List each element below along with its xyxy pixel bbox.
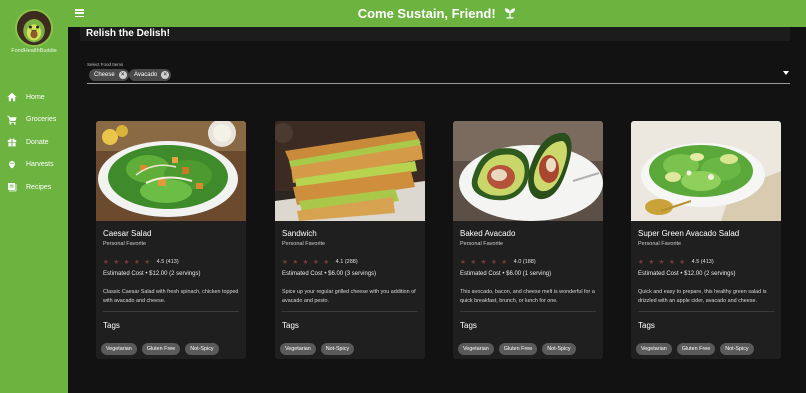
sidebar-item-label: Harvests xyxy=(26,161,54,169)
recipe-card[interactable]: Super Green Avacado Salad Personal Favor… xyxy=(631,121,781,359)
brand-name: FoodHealthBuddie xyxy=(11,48,57,54)
sidebar-item-home[interactable]: Home xyxy=(0,86,68,109)
tag-not-spicy[interactable]: Not-Spicy xyxy=(542,343,576,355)
tag-gluten-free[interactable]: Gluten Free xyxy=(676,343,716,355)
sprout-icon xyxy=(505,8,516,19)
tag-vegetarian[interactable]: Vegetarian xyxy=(458,343,494,355)
chip-cheese[interactable]: Cheese × xyxy=(89,69,129,81)
cart-icon xyxy=(7,115,17,125)
page-title-bar: Relish the Delish! xyxy=(80,27,790,41)
harvest-icon xyxy=(9,160,15,168)
chip-avacado[interactable]: Avacado × xyxy=(129,69,172,81)
sidebar-item-groceries[interactable]: Groceries xyxy=(0,109,68,132)
select-label: Select Food Items xyxy=(87,62,124,67)
tag-not-spicy[interactable]: Not-Spicy xyxy=(185,343,219,355)
card-divider xyxy=(638,311,774,312)
tag-vegetarian[interactable]: Vegetarian xyxy=(280,343,316,355)
tags-title: Tags xyxy=(282,321,299,330)
sidebar-item-harvests[interactable]: Harvests xyxy=(0,154,68,177)
card-title: Caesar Salad xyxy=(103,229,152,238)
home-icon xyxy=(7,93,17,102)
rating: ★★★★★ 4.5 (413) xyxy=(638,258,714,266)
tag-list: Vegetarian Gluten Free Not-Spicy xyxy=(636,343,754,355)
rating-text: 4.1 (288) xyxy=(335,259,358,265)
sandwich-image xyxy=(275,121,425,221)
tags-title: Tags xyxy=(638,321,655,330)
dropdown-arrow-icon[interactable] xyxy=(783,71,789,75)
chip-remove-icon[interactable]: × xyxy=(161,71,170,79)
tag-not-spicy[interactable]: Not-Spicy xyxy=(720,343,754,355)
card-subtitle: Personal Favorite xyxy=(103,241,147,247)
header-title-text: Come Sustain, Friend! xyxy=(357,6,496,21)
card-divider xyxy=(460,311,596,312)
super-green-salad-image xyxy=(631,121,781,221)
card-description: This avocado, bacon, and cheese melt is … xyxy=(460,289,595,304)
rating-text: 4.5 (413) xyxy=(691,259,714,265)
card-divider xyxy=(282,311,418,312)
tag-vegetarian[interactable]: Vegetarian xyxy=(636,343,672,355)
rating: ★★★★★ 4.0 (188) xyxy=(460,258,536,266)
tag-list: Vegetarian Not-Spicy xyxy=(280,343,355,355)
card-subtitle: Personal Favorite xyxy=(460,241,504,247)
rating: ★★★★★ 4.5 (413) xyxy=(103,258,179,266)
star-rating-icons[interactable]: ★★★★★ xyxy=(460,258,512,266)
card-title: Sandwich xyxy=(282,229,317,238)
card-description: Spice up your regular grilled cheese wit… xyxy=(282,289,416,304)
rating-text: 4.5 (413) xyxy=(156,259,179,265)
card-subtitle: Personal Favorite xyxy=(282,241,326,247)
gift-icon xyxy=(7,138,17,147)
card-description: Classic Caesar Salad with fresh spinach,… xyxy=(103,289,239,304)
chip-label: Cheese xyxy=(94,72,115,78)
tag-not-spicy[interactable]: Not-Spicy xyxy=(320,343,355,355)
sidebar: FoodHealthBuddie Home Groceries Donate H… xyxy=(0,0,68,393)
book-icon xyxy=(8,183,17,192)
star-rating-icons[interactable]: ★★★★★ xyxy=(638,258,690,266)
tag-gluten-free[interactable]: Gluten Free xyxy=(141,343,181,355)
chip-label: Avacado xyxy=(134,72,158,78)
caesar-salad-image xyxy=(96,121,246,221)
estimated-cost: Estimated Cost • $12.00 (2 servings) xyxy=(103,271,201,277)
tag-list: Vegetarian Gluten Free Not-Spicy xyxy=(458,343,576,355)
sidebar-nav: Home Groceries Donate Harvests Recipes xyxy=(0,86,68,199)
tags-title: Tags xyxy=(103,321,120,330)
estimated-cost: Estimated Cost • $6.00 (3 servings) xyxy=(282,271,377,277)
sidebar-item-label: Groceries xyxy=(26,116,57,124)
tag-gluten-free[interactable]: Gluten Free xyxy=(498,343,538,355)
rating-text: 4.0 (188) xyxy=(513,259,536,265)
baked-avacado-image xyxy=(453,121,603,221)
tags-title: Tags xyxy=(460,321,477,330)
sidebar-item-donate[interactable]: Donate xyxy=(0,131,68,154)
sidebar-item-recipes[interactable]: Recipes xyxy=(0,176,68,199)
rating: ★★★★★ 4.1 (288) xyxy=(282,258,358,266)
star-rating-icons[interactable]: ★★★★★ xyxy=(103,258,155,266)
chip-remove-icon[interactable]: × xyxy=(118,71,127,79)
page-title: Relish the Delish! xyxy=(86,28,170,39)
sidebar-item-label: Home xyxy=(26,93,45,101)
tag-list: Vegetarian Gluten Free Not-Spicy xyxy=(101,343,219,355)
card-title: Super Green Avacado Salad xyxy=(638,229,740,238)
recipe-card[interactable]: Sandwich Personal Favorite ★★★★★ 4.1 (28… xyxy=(275,121,425,359)
card-divider xyxy=(103,311,239,312)
sidebar-item-label: Recipes xyxy=(26,183,52,191)
tag-vegetarian[interactable]: Vegetarian xyxy=(101,343,137,355)
app-header: Come Sustain, Friend! xyxy=(68,0,806,27)
card-subtitle: Personal Favorite xyxy=(638,241,682,247)
card-description: Quick and easy to prepare, this healthy … xyxy=(638,289,767,304)
estimated-cost: Estimated Cost • $12.00 (2 servings) xyxy=(638,271,736,277)
sidebar-item-label: Donate xyxy=(26,138,49,146)
avocado-logo-icon[interactable] xyxy=(15,9,53,47)
select-underline xyxy=(87,83,790,84)
recipe-card[interactable]: Caesar Salad Personal Favorite ★★★★★ 4.5… xyxy=(96,121,246,359)
recipe-card[interactable]: Baked Avacado Personal Favorite ★★★★★ 4.… xyxy=(453,121,603,359)
card-title: Baked Avacado xyxy=(460,229,516,238)
header-title: Come Sustain, Friend! xyxy=(68,6,806,21)
estimated-cost: Estimated Cost • $6.00 (1 serving) xyxy=(460,271,552,277)
star-rating-icons[interactable]: ★★★★★ xyxy=(282,258,334,266)
